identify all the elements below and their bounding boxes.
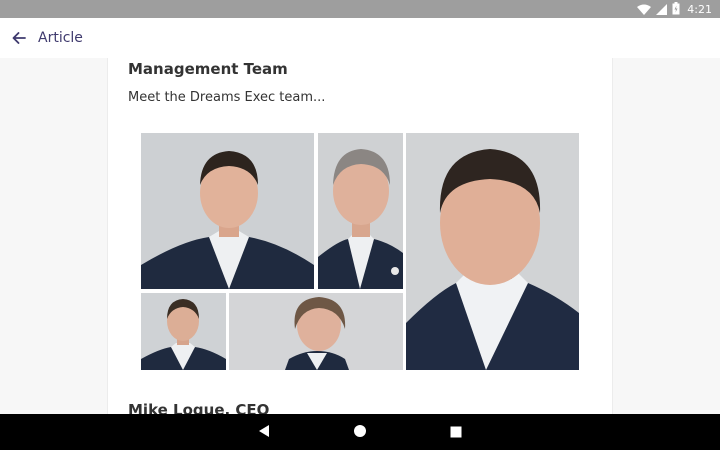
back-triangle-icon (258, 423, 270, 442)
wifi-icon (637, 0, 652, 19)
executive-portrait-4 (141, 293, 226, 370)
executive-portrait-2 (318, 133, 403, 289)
intro-text: Meet the Dreams Exec team... (128, 90, 326, 105)
app-bar: Article (0, 18, 720, 58)
system-nav-bar (0, 414, 720, 450)
status-bar: 4:21 (0, 0, 720, 18)
executive-portrait-5 (229, 293, 403, 370)
section-heading: Management Team (128, 60, 288, 78)
nav-home-button[interactable] (312, 414, 408, 450)
battery-icon (672, 0, 680, 19)
back-button[interactable] (1, 18, 37, 58)
home-circle-icon (353, 423, 367, 442)
status-time: 4:21 (687, 2, 712, 16)
status-icons: 4:21 (637, 0, 712, 19)
nav-back-button[interactable] (216, 414, 312, 450)
page-title: Article (38, 30, 83, 46)
article-card: Management Team Meet the Dreams Exec tea… (107, 58, 613, 414)
executive-portrait-3 (406, 133, 579, 370)
nav-overview-button[interactable] (408, 414, 504, 450)
arrow-back-icon (12, 29, 26, 48)
signal-icon (656, 0, 668, 19)
executive-portrait-1 (141, 133, 314, 289)
overview-square-icon (450, 423, 462, 442)
next-section-heading: Mike Logue, CEO (128, 401, 270, 414)
